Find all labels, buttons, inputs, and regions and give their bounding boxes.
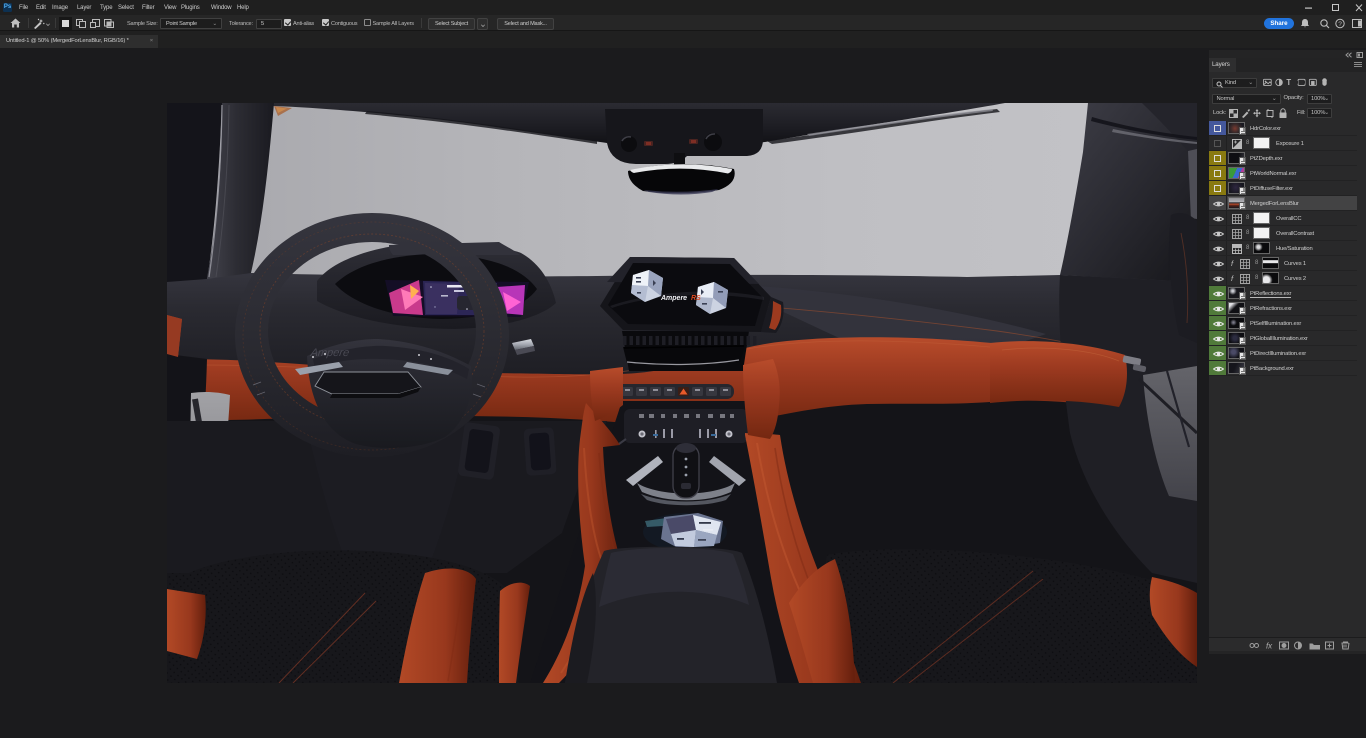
svg-text:fx: fx (1266, 642, 1273, 651)
svg-text:?: ? (1338, 21, 1342, 28)
svg-text:T: T (1286, 78, 1291, 87)
svg-text:Ampere: Ampere (660, 295, 687, 302)
svg-text:Ampere: Ampere (309, 347, 350, 359)
svg-text:RS: RS (691, 295, 701, 302)
